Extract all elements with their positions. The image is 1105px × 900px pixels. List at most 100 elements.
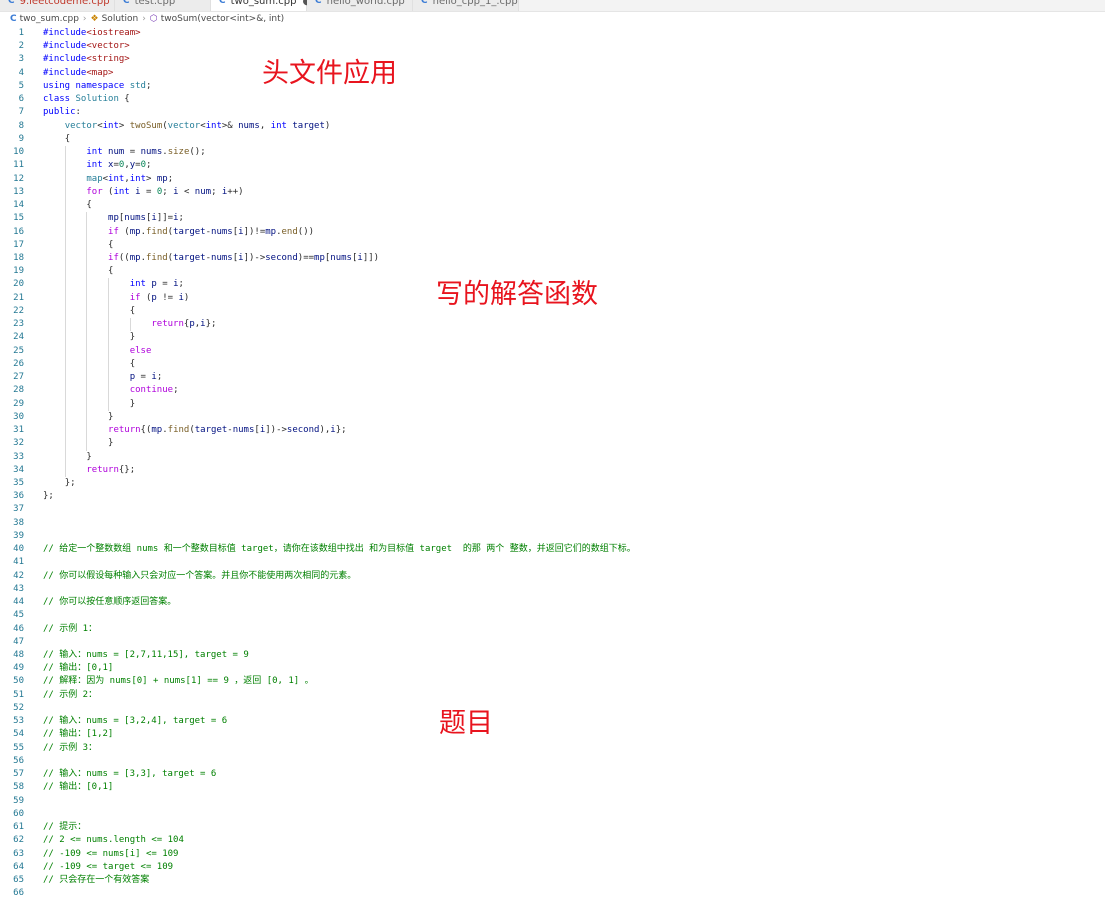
code-text: // 解释：因为 nums[0] + nums[1] == 9 ，返回 [0, … xyxy=(43,676,314,687)
indent-guide xyxy=(108,397,110,411)
line-number: 17 xyxy=(13,239,24,250)
line-number: 21 xyxy=(13,292,24,303)
code-text: else xyxy=(129,345,152,356)
code-text: p = i; xyxy=(129,372,163,383)
chevron-right-icon: › xyxy=(82,14,87,24)
annotation-solution: 写的解答函数 xyxy=(436,279,598,310)
line-number: 55 xyxy=(13,742,24,753)
line-number: 16 xyxy=(13,226,24,237)
breadcrumb-item-class[interactable]: ❖ Solution xyxy=(91,14,139,24)
line-number: 36 xyxy=(13,491,24,502)
indent-guide xyxy=(64,159,66,173)
indent-guide xyxy=(64,199,66,213)
line-number: 53 xyxy=(13,716,24,727)
code-text: using namespace std; xyxy=(43,80,152,91)
indent-guide xyxy=(86,225,88,239)
line-number: 35 xyxy=(13,477,24,488)
indent-guide xyxy=(86,424,88,438)
line-number: 43 xyxy=(13,583,24,594)
line-number: 13 xyxy=(13,186,24,197)
editor-tab[interactable]: Ctest.cpp xyxy=(115,0,211,11)
code-text: // 示例 3： xyxy=(43,742,98,753)
code-text: { xyxy=(86,200,92,211)
code-text: // 提示： xyxy=(43,822,87,833)
indent-guide xyxy=(108,357,110,372)
indent-guide xyxy=(64,463,66,477)
code-text: #include<map> xyxy=(43,67,114,78)
code-text: { xyxy=(108,239,114,250)
code-text: // 输出：[0,1] xyxy=(43,663,114,674)
line-number: 64 xyxy=(13,861,24,872)
line-number: 61 xyxy=(13,822,24,833)
code-text: return{(mp.find(target-nums[i])->second)… xyxy=(108,425,347,436)
line-number: 46 xyxy=(13,623,24,634)
code-text: } xyxy=(108,438,114,449)
indent-guide xyxy=(64,410,66,425)
code-text: // 输入：nums = [2,7,11,15], target = 9 xyxy=(43,650,249,661)
line-number: 48 xyxy=(13,650,24,661)
editor-tab[interactable]: Chello_world.cpp xyxy=(307,0,413,11)
line-number: 26 xyxy=(13,358,24,369)
indent-guide xyxy=(64,265,66,279)
breadcrumb-method-label: twoSum(vector<int>&, int) xyxy=(160,14,285,24)
indent-guide xyxy=(86,238,88,252)
indent-guide xyxy=(64,212,66,226)
code-text: // 你可以假设每种输入只会对应一个答案。并且你不能使用两次相同的元素。 xyxy=(43,570,357,581)
indent-guide xyxy=(64,357,66,372)
indent-guide xyxy=(86,410,88,425)
editor-tab-label: two_sum.cpp xyxy=(230,0,297,7)
indent-guide xyxy=(64,291,66,305)
cpp-file-icon: C xyxy=(8,0,15,6)
indent-guide xyxy=(108,371,110,385)
breadcrumb-item-method[interactable]: ⬡ twoSum(vector<int>&, int) xyxy=(150,14,284,24)
editor-tab[interactable]: Ctwo_sum.cpp● xyxy=(211,0,311,11)
line-number: 28 xyxy=(13,385,24,396)
code-text: vector<int> twoSum(vector<int>& nums, in… xyxy=(64,120,331,131)
editor-tab[interactable]: Chello_cpp_1_.cpp xyxy=(413,0,519,11)
indent-guide xyxy=(64,371,66,385)
editor-tab[interactable]: C9.leetcodeme.cpp2 xyxy=(0,0,122,11)
breadcrumb-class-label: Solution xyxy=(101,14,139,24)
line-number: 5 xyxy=(18,80,24,91)
line-number: 34 xyxy=(13,464,24,475)
breadcrumb-item-file[interactable]: Ctwo_sum.cpp xyxy=(10,14,79,24)
code-text: if((mp.find(target-nums[i])->second)==mp… xyxy=(108,252,380,263)
cpp-file-icon: C xyxy=(123,0,130,6)
line-number: 51 xyxy=(13,689,24,700)
line-number: 24 xyxy=(13,332,24,343)
indent-guide xyxy=(86,291,88,305)
line-number: 18 xyxy=(13,252,24,263)
indent-guide xyxy=(86,357,88,372)
code-text: }; xyxy=(64,477,76,488)
code-text: class Solution { xyxy=(43,94,130,105)
line-number: 50 xyxy=(13,676,24,687)
indent-guide xyxy=(108,384,110,398)
line-number: 3 xyxy=(18,54,24,65)
code-text: // -109 <= target <= 109 xyxy=(43,861,174,872)
line-number: 42 xyxy=(13,570,24,581)
line-number: 2 xyxy=(18,41,24,52)
line-number: 9 xyxy=(18,133,24,144)
line-number: 60 xyxy=(13,808,24,819)
line-number: 30 xyxy=(13,411,24,422)
line-number: 37 xyxy=(13,504,24,515)
line-number: 65 xyxy=(13,875,24,885)
indent-guide xyxy=(86,251,88,266)
line-number: 11 xyxy=(13,160,24,171)
line-number: 15 xyxy=(13,213,24,224)
indent-guide xyxy=(64,384,66,398)
line-number: 56 xyxy=(13,755,24,766)
code-text: public: xyxy=(43,107,81,118)
line-number: 23 xyxy=(13,319,24,330)
line-number: 33 xyxy=(13,451,24,462)
indent-guide xyxy=(64,344,66,358)
indent-guide xyxy=(86,437,88,451)
line-number: 39 xyxy=(13,530,24,541)
line-number: 19 xyxy=(13,266,24,277)
code-text: // 只会存在一个有效答案 xyxy=(43,875,150,885)
code-text: int x=0,y=0; xyxy=(86,160,152,171)
code-text: { xyxy=(108,266,114,277)
code-text: map<int,int> mp; xyxy=(86,173,174,184)
code-text: } xyxy=(86,451,92,462)
line-number: 38 xyxy=(13,517,24,528)
